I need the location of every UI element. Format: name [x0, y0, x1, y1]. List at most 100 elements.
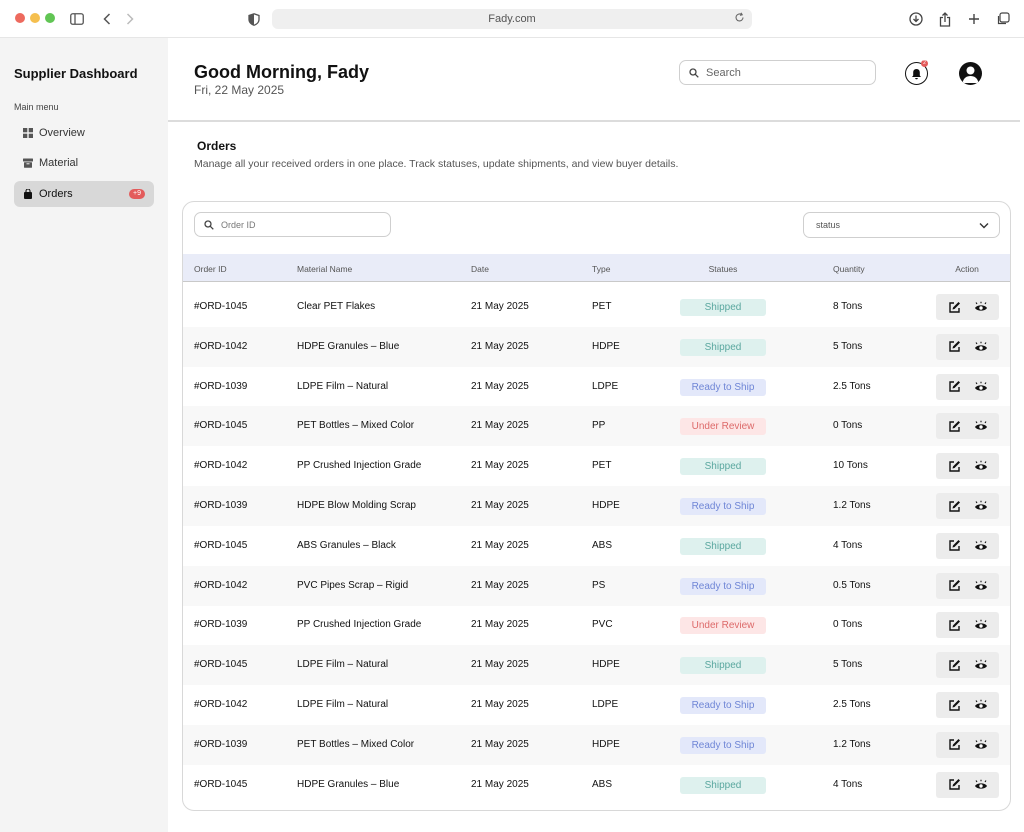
view-eye-icon[interactable]	[973, 777, 988, 792]
status-badge: Under Review	[680, 617, 766, 635]
order-id-search[interactable]	[194, 212, 391, 237]
column-header-quantity[interactable]: Quantity	[833, 264, 865, 274]
view-eye-icon[interactable]	[973, 578, 988, 593]
view-eye-icon[interactable]	[973, 459, 988, 474]
column-header-status[interactable]: Statues	[709, 264, 738, 274]
sidebar-section-label: Main menu	[14, 102, 59, 112]
quantity-cell: 2.5 Tons	[833, 380, 871, 392]
sidebar-item-orders[interactable]: Orders +9	[14, 181, 154, 207]
view-eye-icon[interactable]	[973, 419, 988, 434]
tab-overview-icon[interactable]	[993, 9, 1013, 29]
material-name-cell: Clear PET Flakes	[297, 301, 376, 312]
material-name-cell: LDPE Film – Natural	[297, 659, 389, 671]
order-id-cell: #ORD-1045	[194, 659, 248, 671]
order-id-input[interactable]	[221, 219, 381, 230]
status-badge: Ready to Ship	[680, 697, 766, 714]
quantity-cell: 0 Tons	[833, 420, 863, 432]
view-eye-icon[interactable]	[973, 737, 988, 752]
view-eye-icon[interactable]	[973, 300, 988, 315]
address-bar[interactable]: Fady.com	[272, 9, 752, 29]
type-cell: LDPE	[592, 380, 619, 392]
user-avatar[interactable]	[959, 62, 982, 85]
view-eye-icon[interactable]	[973, 499, 988, 514]
edit-icon[interactable]	[947, 499, 962, 514]
share-icon[interactable]	[935, 9, 955, 29]
back-icon[interactable]	[97, 9, 117, 29]
global-search[interactable]	[679, 60, 876, 85]
table-row: #ORD-1042 HDPE Granules – Blue 21 May 2025…	[183, 326, 1010, 367]
view-eye-icon[interactable]	[973, 538, 988, 553]
column-header-material[interactable]: Material Name	[297, 264, 352, 274]
column-header-type[interactable]: Type	[592, 264, 610, 274]
table-row: #ORD-1042 LDPE Film – Natural 21 May 2025 L…	[183, 685, 1010, 725]
quantity-cell: 1.2 Tons	[833, 738, 871, 750]
sidebar-item-overview[interactable]: Overview	[14, 120, 154, 146]
date-cell: 21 May 2025	[471, 380, 529, 392]
edit-icon[interactable]	[947, 538, 962, 553]
date-cell: 21 May 2025	[471, 619, 529, 631]
order-id-cell: #ORD-1039	[194, 500, 248, 511]
view-eye-icon[interactable]	[973, 339, 988, 354]
status-badge: Shipped	[680, 657, 766, 675]
edit-icon[interactable]	[947, 658, 962, 673]
maximize-window-button[interactable]	[45, 13, 55, 23]
date-cell: 21 May 2025	[471, 738, 529, 750]
status-badge: Shipped	[680, 338, 766, 356]
view-eye-icon[interactable]	[973, 379, 988, 394]
edit-icon[interactable]	[947, 379, 962, 394]
edit-icon[interactable]	[947, 300, 962, 315]
minimize-window-button[interactable]	[30, 13, 40, 23]
edit-icon[interactable]	[947, 698, 962, 713]
view-eye-icon[interactable]	[973, 658, 988, 673]
row-actions	[936, 572, 999, 599]
edit-icon[interactable]	[947, 339, 962, 354]
quantity-cell: 4 Tons	[833, 539, 863, 551]
quantity-cell: 0.5 Tons	[833, 579, 871, 591]
sidebar-item-label: Material	[39, 157, 79, 169]
privacy-shield-icon[interactable]	[244, 9, 264, 29]
status-badge: Shipped	[680, 458, 766, 476]
row-actions	[936, 333, 999, 360]
notifications-button[interactable]: 2	[905, 60, 928, 85]
search-icon	[689, 67, 699, 78]
table-row: #ORD-1045 Clear PET Flakes 21 May 2025 PET S…	[183, 287, 1010, 327]
row-actions	[936, 294, 999, 320]
edit-icon[interactable]	[947, 419, 962, 434]
view-eye-icon[interactable]	[973, 618, 988, 633]
reload-icon[interactable]	[734, 12, 745, 26]
row-actions	[936, 493, 999, 519]
current-date: Fri, 22 May 2025	[194, 83, 285, 97]
type-cell: HDPE	[592, 340, 620, 352]
edit-icon[interactable]	[947, 777, 962, 792]
status-badge: Ready to Ship	[680, 736, 766, 754]
edit-icon[interactable]	[947, 459, 962, 474]
close-window-button[interactable]	[15, 13, 25, 23]
column-header-order-id[interactable]: Order ID	[194, 264, 227, 274]
type-cell: PET	[592, 460, 612, 472]
new-tab-icon[interactable]	[964, 9, 984, 29]
download-icon[interactable]	[906, 9, 926, 29]
quantity-cell: 5 Tons	[833, 659, 863, 671]
type-cell: PP	[592, 420, 606, 432]
column-header-date[interactable]: Date	[471, 264, 489, 274]
forward-icon[interactable]	[120, 9, 140, 29]
status-filter-dropdown[interactable]: status	[803, 212, 1000, 238]
sidebar-item-material[interactable]: Material	[14, 150, 154, 176]
status-badge: Ready to Ship	[680, 378, 766, 396]
view-eye-icon[interactable]	[973, 698, 988, 713]
orders-count-badge: +9	[129, 189, 145, 199]
row-actions	[936, 612, 999, 639]
url-text: Fady.com	[488, 13, 536, 25]
edit-icon[interactable]	[947, 578, 962, 593]
material-name-cell: PP Crushed Injection Grade	[297, 460, 422, 472]
material-name-cell: HDPE Blow Molding Scrap	[297, 500, 416, 511]
date-cell: 21 May 2025	[471, 699, 529, 710]
type-cell: HDPE	[592, 659, 620, 671]
row-actions	[936, 373, 999, 400]
edit-icon[interactable]	[947, 618, 962, 633]
table-row: #ORD-1045 ABS Granules – Black 21 May 2025…	[183, 526, 1010, 566]
material-name-cell: ABS Granules – Black	[297, 539, 396, 551]
sidebar-toggle-icon[interactable]	[67, 9, 87, 29]
search-input[interactable]	[706, 66, 856, 79]
edit-icon[interactable]	[947, 737, 962, 752]
